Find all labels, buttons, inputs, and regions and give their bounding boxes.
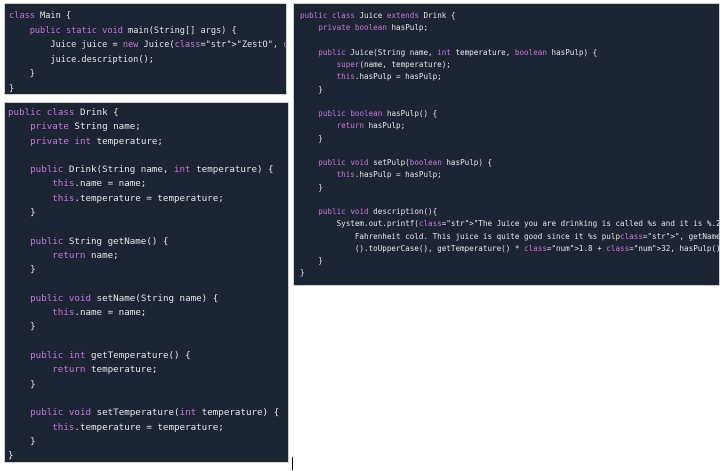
code-line: } [300, 84, 323, 94]
code-block-drink: public class Drink { private String name… [8, 106, 288, 462]
code-line: class Main { [9, 11, 72, 21]
code-line: public static void main(String[] args) { [29, 25, 237, 36]
code-line: public class Juice extends Drink { [300, 11, 456, 20]
code-line: public class Drink { [8, 107, 119, 118]
code-line: } [300, 182, 323, 192]
code-line: return name; [52, 249, 119, 261]
code-line: } [9, 83, 15, 94]
code-line: super(name, temperature); [336, 60, 451, 69]
code-line: this.name = name; [52, 178, 147, 190]
code-panel-drink[interactable]: public class Drink { private String name… [4, 102, 289, 463]
code-line: } [8, 450, 14, 462]
code-line: } [300, 133, 323, 143]
code-line: } [8, 321, 36, 333]
code-line: this.temperature = temperature; [52, 192, 224, 204]
code-line: return hasPulp; [336, 121, 406, 131]
code-line: private int temperature; [30, 135, 163, 147]
code-line: juice.description(); [9, 54, 154, 65]
code-line: this.hasPulp = hasPulp; [336, 170, 442, 180]
code-line: } [8, 264, 36, 276]
code-line: } [300, 256, 323, 265]
code-line: private String name; [30, 121, 141, 133]
code-panel-main[interactable]: class Main { public static void main(Str… [4, 3, 287, 95]
code-line: ().toUpperCase(), getTemperature() * cla… [300, 243, 720, 253]
code-line: } [300, 268, 305, 278]
code-line: System.out.printf(class="str">"The Juice… [300, 219, 720, 229]
code-line: this.temperature = temperature; [52, 421, 224, 433]
code-line: public void setTemperature(int temperatu… [30, 407, 280, 419]
code-line: private boolean hasPulp; [318, 23, 429, 33]
code-block-juice: public class Juice extends Drink { priva… [300, 10, 719, 280]
code-line: this.hasPulp = hasPulp; [336, 72, 442, 82]
code-line: } [8, 378, 36, 390]
code-line: public int getTemperature() { [30, 350, 191, 362]
code-line: public void description(){ [318, 207, 438, 216]
code-line: } [8, 435, 36, 447]
code-line: return temperature; [52, 364, 158, 376]
code-line: public void setName(String name) { [30, 292, 219, 304]
code-panel-juice[interactable]: public class Juice extends Drink { priva… [293, 3, 720, 286]
code-line: } [9, 69, 35, 79]
code-block-main: class Main { public static void main(Str… [9, 9, 286, 94]
code-line: public Juice(String name, int temperatur… [318, 47, 598, 57]
code-line: this.name = name; [52, 307, 147, 319]
code-line: public void setPulp(boolean hasPulp) { [318, 158, 493, 167]
code-line: } [8, 207, 36, 219]
code-line: public boolean hasPulp() { [318, 109, 438, 118]
code-line: Fahrenheit cold. This juice is quite goo… [300, 231, 720, 241]
code-line: public Drink(String name, int temperatur… [30, 164, 274, 176]
code-line: Juice juice = new Juice(class="str">"Zes… [9, 40, 286, 50]
code-line: public String getName() { [30, 235, 169, 247]
text-cursor [292, 457, 293, 470]
